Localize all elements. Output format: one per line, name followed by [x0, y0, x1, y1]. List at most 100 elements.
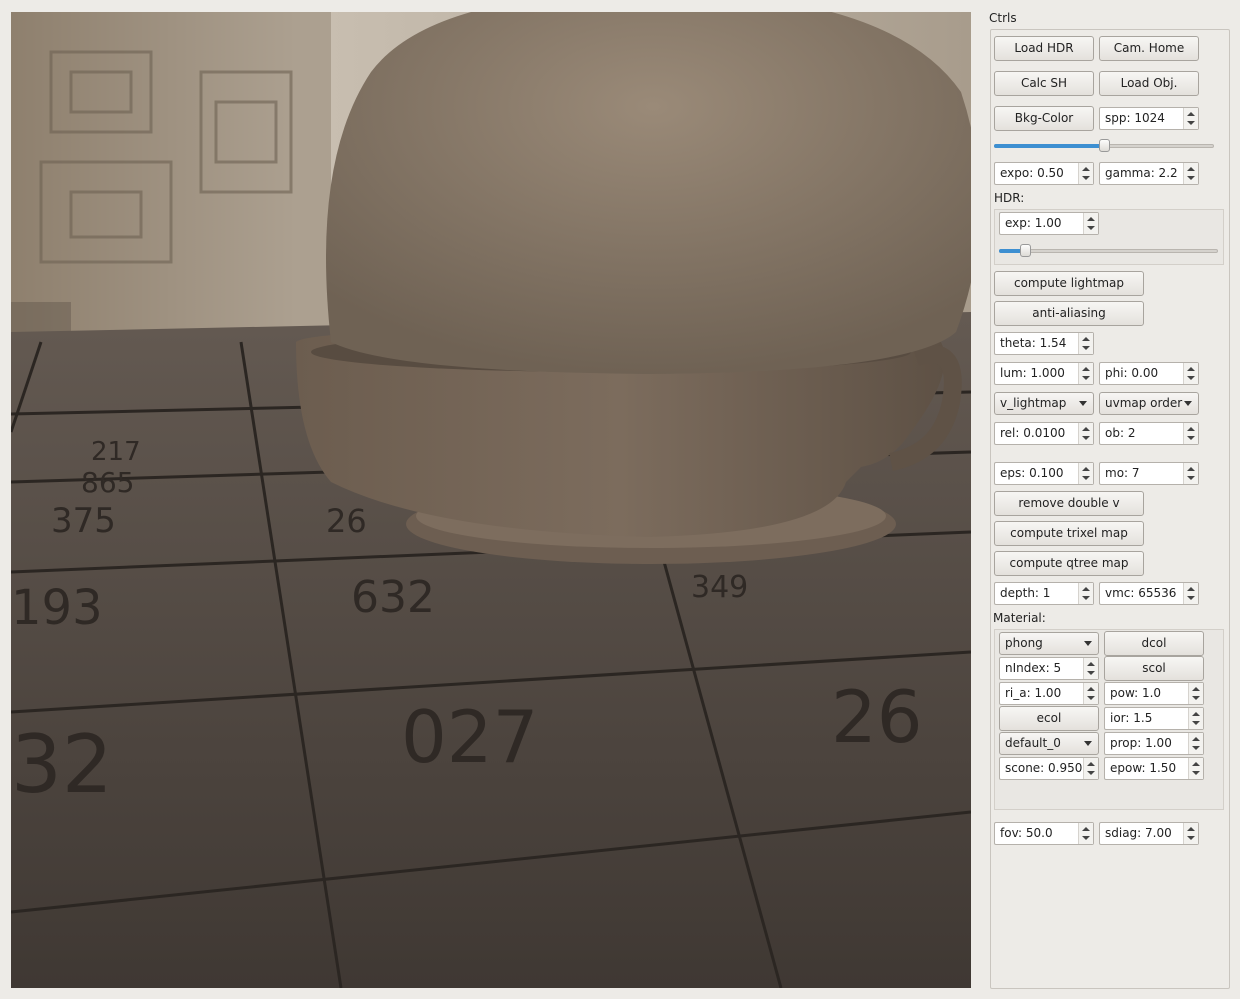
lightmap-mode-value: v_lightmap: [1000, 396, 1067, 410]
material-label: Material:: [993, 611, 1046, 625]
spinner-arrows-icon[interactable]: [1183, 463, 1198, 484]
calc-sh-button[interactable]: Calc SH: [994, 71, 1094, 96]
hdr-slider-handle[interactable]: [1020, 244, 1031, 257]
scol-button[interactable]: scol: [1104, 656, 1204, 681]
spinner-arrows-icon[interactable]: [1078, 583, 1093, 604]
pow-value: pow: 1.0: [1110, 686, 1162, 700]
floor-number: 349: [691, 570, 748, 605]
dcol-button[interactable]: dcol: [1104, 631, 1204, 656]
background-color-button[interactable]: Bkg-Color: [994, 106, 1094, 131]
spinner-arrows-icon[interactable]: [1078, 363, 1093, 384]
spp-value: spp: 1024: [1105, 111, 1165, 125]
spinner-arrows-icon[interactable]: [1083, 213, 1098, 234]
load-hdr-button[interactable]: Load HDR: [994, 36, 1094, 61]
phi-value: phi: 0.00: [1105, 366, 1159, 380]
floor-number: 217: [91, 437, 141, 467]
remove-double-v-button[interactable]: remove double v: [994, 491, 1144, 516]
floor-number: 193: [11, 580, 103, 636]
shader-value: phong: [1005, 636, 1043, 650]
lightmap-mode-dropdown[interactable]: v_lightmap: [994, 392, 1094, 415]
chevron-down-icon: [1184, 401, 1192, 406]
floor-number: 632: [351, 572, 435, 623]
ior-value: ior: 1.5: [1110, 711, 1153, 725]
spinner-arrows-icon[interactable]: [1183, 583, 1198, 604]
spinner-arrows-icon[interactable]: [1078, 823, 1093, 844]
spinner-arrows-icon[interactable]: [1183, 163, 1198, 184]
material-name-value: default_0: [1005, 736, 1061, 750]
hdr-exp-slider[interactable]: [999, 244, 1218, 257]
scone-spinbox[interactable]: scone: 0.950: [999, 757, 1099, 780]
compute-lightmap-button[interactable]: compute lightmap: [994, 271, 1144, 296]
mo-value: mo: 7: [1105, 466, 1140, 480]
rel-value: rel: 0.0100: [1000, 426, 1066, 440]
spp-spinbox[interactable]: spp: 1024: [1099, 107, 1199, 130]
shader-dropdown[interactable]: phong: [999, 632, 1099, 655]
spinner-arrows-icon[interactable]: [1083, 683, 1098, 704]
ecol-button[interactable]: ecol: [999, 706, 1099, 731]
sphere: [326, 12, 971, 374]
floor-number: 865: [81, 466, 134, 499]
spinner-arrows-icon[interactable]: [1183, 823, 1198, 844]
compute-trixel-map-button[interactable]: compute trixel map: [994, 521, 1144, 546]
spinner-arrows-icon[interactable]: [1188, 758, 1203, 779]
sdiag-value: sdiag: 7.00: [1105, 826, 1172, 840]
render-viewport[interactable]: 375 193 632 027 32 217 865 26 349 26: [11, 12, 971, 988]
ob-spinbox[interactable]: ob: 2: [1099, 422, 1199, 445]
hdr-label: HDR:: [994, 191, 1025, 205]
uvmap-order-dropdown[interactable]: uvmap order: [1099, 392, 1199, 415]
vmc-value: vmc: 65536: [1105, 586, 1177, 600]
gamma-spinbox[interactable]: gamma: 2.2: [1099, 162, 1199, 185]
spinner-arrows-icon[interactable]: [1078, 333, 1093, 354]
chevron-down-icon: [1084, 741, 1092, 746]
anti-aliasing-button[interactable]: anti-aliasing: [994, 301, 1144, 326]
spinner-arrows-icon[interactable]: [1188, 683, 1203, 704]
material-name-dropdown[interactable]: default_0: [999, 732, 1099, 755]
ior-spinbox[interactable]: ior: 1.5: [1104, 707, 1204, 730]
phi-spinbox[interactable]: phi: 0.00: [1099, 362, 1199, 385]
rel-spinbox[interactable]: rel: 0.0100: [994, 422, 1094, 445]
depth-spinbox[interactable]: depth: 1: [994, 582, 1094, 605]
spp-slider[interactable]: [994, 139, 1214, 152]
mo-spinbox[interactable]: mo: 7: [1099, 462, 1199, 485]
nindex-spinbox[interactable]: nIndex: 5: [999, 657, 1099, 680]
sdiag-spinbox[interactable]: sdiag: 7.00: [1099, 822, 1199, 845]
hdr-exp-spinbox[interactable]: exp: 1.00: [999, 212, 1099, 235]
spp-slider-fill: [994, 144, 1104, 148]
prop-spinbox[interactable]: prop: 1.00: [1104, 732, 1204, 755]
gamma-value: gamma: 2.2: [1105, 166, 1178, 180]
spinner-arrows-icon[interactable]: [1083, 758, 1098, 779]
eps-value: eps: 0.100: [1000, 466, 1064, 480]
fov-spinbox[interactable]: fov: 50.0: [994, 822, 1094, 845]
vmc-spinbox[interactable]: vmc: 65536: [1099, 582, 1199, 605]
panel-title: Ctrls: [989, 11, 1017, 25]
load-obj-button[interactable]: Load Obj.: [1099, 71, 1199, 96]
lum-value: lum: 1.000: [1000, 366, 1065, 380]
floor-number: 027: [401, 695, 538, 779]
floor-number: 375: [51, 501, 116, 541]
epow-spinbox[interactable]: epow: 1.50: [1104, 757, 1204, 780]
expo-spinbox[interactable]: expo: 0.50: [994, 162, 1094, 185]
spinner-arrows-icon[interactable]: [1188, 708, 1203, 729]
lum-spinbox[interactable]: lum: 1.000: [994, 362, 1094, 385]
eps-spinbox[interactable]: eps: 0.100: [994, 462, 1094, 485]
spinner-arrows-icon[interactable]: [1188, 733, 1203, 754]
scone-value: scone: 0.950: [1005, 761, 1083, 775]
spinner-arrows-icon[interactable]: [1078, 463, 1093, 484]
nindex-value: nIndex: 5: [1005, 661, 1062, 675]
ob-value: ob: 2: [1105, 426, 1136, 440]
compute-qtree-map-button[interactable]: compute qtree map: [994, 551, 1144, 576]
spinner-arrows-icon[interactable]: [1078, 163, 1093, 184]
spinner-arrows-icon[interactable]: [1083, 658, 1098, 679]
pow-spinbox[interactable]: pow: 1.0: [1104, 682, 1204, 705]
prop-value: prop: 1.00: [1110, 736, 1172, 750]
camera-home-button[interactable]: Cam. Home: [1099, 36, 1199, 61]
spinner-arrows-icon[interactable]: [1183, 363, 1198, 384]
ri-a-spinbox[interactable]: ri_a: 1.00: [999, 682, 1099, 705]
spp-slider-handle[interactable]: [1099, 139, 1110, 152]
theta-spinbox[interactable]: theta: 1.54: [994, 332, 1094, 355]
spinner-arrows-icon[interactable]: [1078, 423, 1093, 444]
uvmap-order-value: uvmap order: [1105, 396, 1183, 410]
depth-value: depth: 1: [1000, 586, 1051, 600]
spinner-arrows-icon[interactable]: [1183, 423, 1198, 444]
spinner-arrows-icon[interactable]: [1183, 108, 1198, 129]
